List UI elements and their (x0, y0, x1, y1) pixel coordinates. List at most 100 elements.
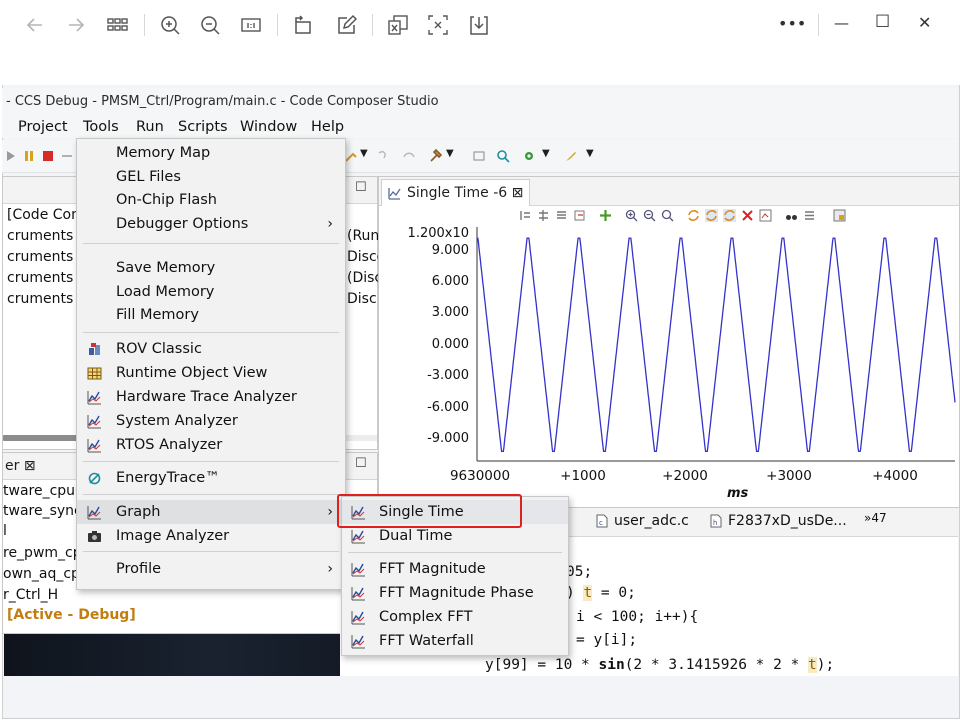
debug-status: Disc (347, 291, 377, 307)
menu-item-debugger-options[interactable]: Debugger Options › (77, 212, 345, 236)
extract-icon[interactable] (385, 12, 411, 38)
register-icon[interactable] (472, 149, 486, 163)
suspend-icon[interactable] (22, 149, 36, 163)
sync-icon[interactable] (723, 209, 736, 222)
code-line[interactable]: i < 100; i++){ (576, 609, 698, 625)
more-button[interactable]: ••• (778, 14, 806, 33)
menu-item-save-memory[interactable]: Save Memory (77, 256, 345, 280)
explorer-item[interactable]: tware_cpu0 (3, 483, 84, 499)
zoom-in-icon[interactable] (625, 209, 638, 222)
menu-item-rov-classic[interactable]: ROV Classic (77, 337, 345, 361)
sync-icon[interactable] (687, 209, 700, 222)
resume-icon[interactable] (4, 149, 18, 163)
download-icon[interactable] (466, 12, 492, 38)
y-tick-label: 1.200x10 (407, 226, 469, 241)
zoom-fit-icon[interactable] (661, 209, 674, 222)
code-line[interactable]: = y[i]; (576, 632, 637, 648)
zoom-out-icon[interactable] (197, 12, 223, 38)
y-tick-label: 3.000 (431, 305, 469, 320)
back-arrow-icon[interactable] (22, 12, 48, 38)
export-icon[interactable] (573, 209, 586, 222)
hammer-icon[interactable] (428, 149, 442, 163)
forward-arrow-icon[interactable] (63, 12, 89, 38)
submenu-item-fft-magnitude[interactable]: FFT Magnitude (342, 557, 568, 581)
code-line[interactable]: ) t = 0; (566, 585, 636, 601)
binoculars-icon[interactable] (785, 209, 798, 222)
explorer-item[interactable]: re_pwm_cp (3, 545, 82, 561)
code-line[interactable]: y[99] = 10 * sin(2 * 3.1415926 * 2 * t); (485, 657, 834, 673)
list-icon[interactable] (555, 209, 568, 222)
code-highlight: t (583, 585, 593, 601)
menu-item-gel-files[interactable]: GEL Files (77, 165, 345, 189)
chart-icon[interactable] (759, 209, 772, 222)
menu-window[interactable]: Window (240, 117, 297, 137)
sync-icon[interactable] (705, 209, 718, 222)
menu-project[interactable]: Project (18, 117, 68, 137)
maximize-view-icon[interactable]: ☐ (355, 180, 367, 195)
menu-item-profile[interactable]: Profile › (77, 557, 345, 581)
chevron-down-icon[interactable]: ▼ (360, 148, 368, 159)
align-icon[interactable] (537, 209, 550, 222)
code-line[interactable]: 05; (566, 564, 592, 580)
menu-item-image-analyzer[interactable]: Image Analyzer (77, 524, 345, 548)
graph-tab[interactable]: Single Time -6 ⊠ (381, 179, 531, 206)
highlight-annotation (337, 494, 522, 528)
explorer-item[interactable]: r_Ctrl_H (3, 587, 58, 603)
zoom-out-icon[interactable] (643, 209, 656, 222)
menu-item-on-chip-flash[interactable]: On-Chip Flash (77, 188, 345, 212)
editor-tab[interactable]: h F2837xD_usDe... (710, 513, 847, 529)
plot-area[interactable] (476, 227, 956, 462)
submenu-item-complex-fft[interactable]: Complex FFT (342, 605, 568, 629)
minimize-button[interactable]: — (834, 14, 849, 32)
menu-item-graph[interactable]: Graph › (77, 500, 345, 524)
gear-icon[interactable] (522, 149, 536, 163)
chevron-down-icon[interactable]: ▼ (586, 148, 594, 159)
more-tabs-button[interactable]: »47 (864, 511, 887, 525)
submenu-item-fft-waterfall[interactable]: FFT Waterfall (342, 629, 568, 653)
menu-item-rtos-analyzer[interactable]: RTOS Analyzer (77, 433, 345, 457)
build-icon[interactable] (344, 149, 358, 163)
rocket-icon[interactable] (564, 149, 578, 163)
explorer-item[interactable]: l (3, 523, 7, 539)
menu-item-hardware-trace-analyzer[interactable]: Hardware Trace Analyzer (77, 385, 345, 409)
settings-icon[interactable] (803, 209, 816, 222)
explorer-tab[interactable]: er ⊠ (5, 458, 36, 474)
editor-tab[interactable]: c user_adc.c (596, 513, 689, 529)
terminate-icon[interactable] (41, 149, 55, 163)
disconnect-icon[interactable] (60, 149, 74, 163)
menu-item-system-analyzer[interactable]: System Analyzer (77, 409, 345, 433)
menu-item-memory-map[interactable]: Memory Map (77, 141, 345, 165)
submenu-item-fft-magnitude-phase[interactable]: FFT Magnitude Phase (342, 581, 568, 605)
chevron-down-icon[interactable]: ▼ (446, 148, 454, 159)
align-icon[interactable] (519, 209, 532, 222)
menu-run[interactable]: Run (136, 117, 164, 137)
menu-item-runtime-object-view[interactable]: Runtime Object View (77, 361, 345, 385)
grid-icon[interactable] (104, 12, 130, 38)
menu-item-energytrace[interactable]: EnergyTrace™ (77, 466, 345, 490)
debug-row[interactable]: [Code Com (7, 207, 85, 223)
properties-icon[interactable] (833, 209, 846, 222)
rotate-icon[interactable] (290, 12, 316, 38)
close-button[interactable]: ✕ (918, 13, 931, 32)
ocr-icon[interactable] (425, 12, 451, 38)
menu-item-fill-memory[interactable]: Fill Memory (77, 303, 345, 327)
search-icon[interactable] (496, 149, 510, 163)
step-over-icon[interactable] (402, 149, 416, 163)
chevron-down-icon[interactable]: ▼ (542, 148, 550, 159)
maximize-button[interactable]: ☐ (875, 12, 890, 32)
delete-icon[interactable] (741, 209, 754, 222)
step-into-icon[interactable] (376, 149, 390, 163)
graph-chart-icon (351, 611, 365, 625)
graph-chart-icon (87, 506, 101, 520)
menu-tools[interactable]: Tools (83, 117, 119, 137)
explorer-item[interactable]: tware_sync (3, 503, 82, 519)
actual-size-icon[interactable] (238, 12, 264, 38)
zoom-in-icon[interactable] (157, 12, 183, 38)
edit-icon[interactable] (333, 12, 359, 38)
menu-scripts[interactable]: Scripts (178, 117, 228, 137)
add-icon[interactable] (599, 209, 612, 222)
graph-chart-icon (388, 187, 401, 200)
maximize-view-icon[interactable]: ☐ (355, 456, 367, 471)
menu-item-load-memory[interactable]: Load Memory (77, 280, 345, 304)
menu-help[interactable]: Help (311, 117, 344, 137)
